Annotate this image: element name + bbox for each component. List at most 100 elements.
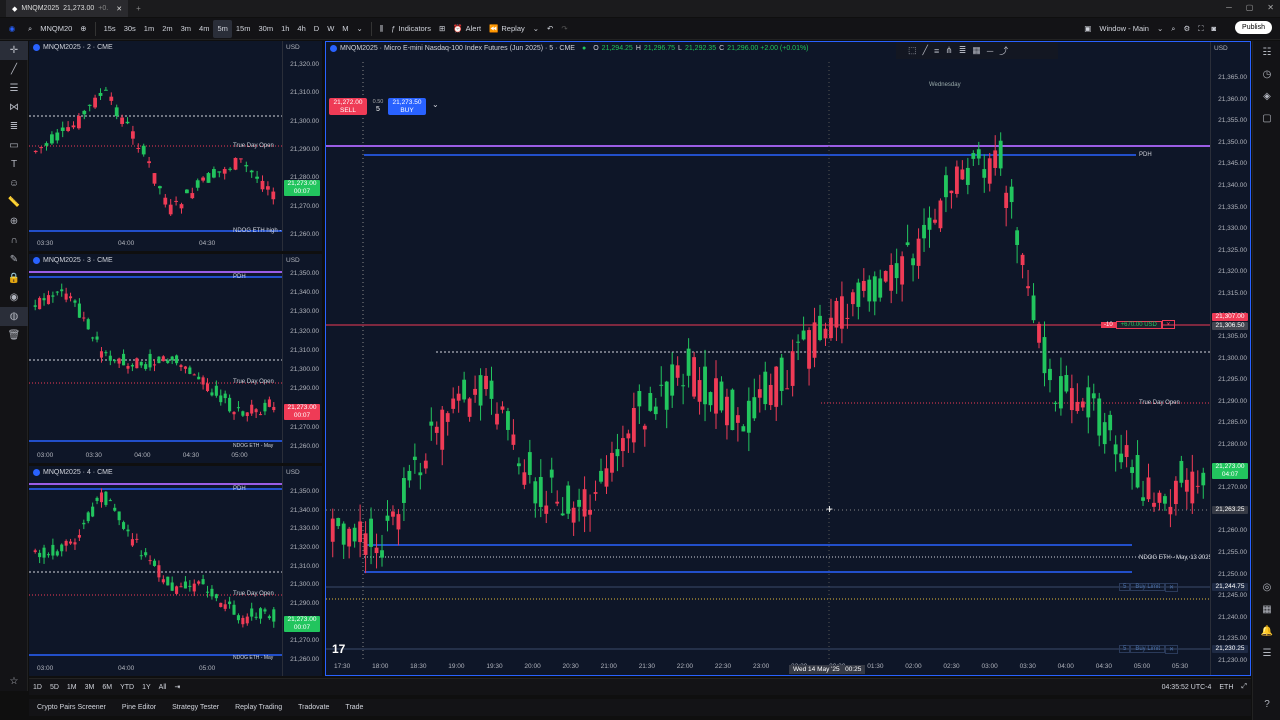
main-chart-canvas[interactable] <box>326 42 1251 676</box>
templates-icon[interactable]: ⊞ <box>435 20 449 38</box>
chart-pane-main[interactable]: MNQM2025 · Micro E-mini Nasdaq-100 Index… <box>325 41 1251 676</box>
ideas-icon[interactable]: ◎ <box>1253 576 1280 598</box>
new-tab-icon[interactable]: + <box>136 4 141 13</box>
interval-30m[interactable]: 30m <box>254 20 277 38</box>
search-icon[interactable]: ⌕ <box>24 20 36 38</box>
favorites-icon[interactable]: ☆ <box>0 672 28 691</box>
range-All[interactable]: All <box>155 684 171 691</box>
panel-tab-crypto-pairs-screener[interactable]: Crypto Pairs Screener <box>29 704 114 711</box>
menu-logo-icon[interactable]: ◉ <box>0 20 24 38</box>
position-line-tag[interactable]: -10 +670.00 USD ✕ <box>1101 320 1175 329</box>
pitchfork-icon[interactable]: ⋔ <box>945 45 953 56</box>
pane3-time-axis[interactable]: 03:00 03:30 04:00 04:30 05:00 <box>29 450 322 463</box>
trash-icon[interactable]: 🗑 <box>0 326 28 345</box>
main-price-axis[interactable]: USD 21,365.00 21,360.00 21,355.00 21,350.00… <box>1210 42 1250 675</box>
range-6M[interactable]: 6M <box>98 684 116 691</box>
interval-M[interactable]: M <box>338 20 352 38</box>
settings-icon[interactable]: ⚙ <box>1179 20 1194 38</box>
range-5D[interactable]: 5D <box>46 684 63 691</box>
text-icon[interactable]: T <box>0 155 28 174</box>
panel-tab-replay-trading[interactable]: Replay Trading <box>227 704 290 711</box>
range-3M[interactable]: 3M <box>81 684 99 691</box>
range-1Y[interactable]: 1Y <box>138 684 155 691</box>
lock-icon[interactable]: 🔒 <box>0 269 28 288</box>
interval-2m[interactable]: 2m <box>158 20 176 38</box>
interval-5m[interactable]: 5m <box>213 19 232 38</box>
chat-icon[interactable]: ▢ <box>1253 107 1280 129</box>
chart-trend-icon[interactable]: ⤴ <box>999 44 1008 57</box>
add-symbol-icon[interactable]: ⊕ <box>76 20 90 38</box>
interval-4m[interactable]: 4m <box>195 20 213 38</box>
layout-icon[interactable]: ▣ <box>1080 20 1095 38</box>
auto-scale-icon[interactable]: ⤢ <box>1237 683 1251 691</box>
fullscreen-icon[interactable]: ⛶ <box>1194 20 1207 38</box>
range-1D[interactable]: 1D <box>29 684 46 691</box>
forecast-icon[interactable]: ≣ <box>0 117 28 136</box>
panel-tab-tradovate[interactable]: Tradovate <box>290 704 337 711</box>
notifications-icon[interactable]: 🔔 <box>1253 620 1280 642</box>
quick-search-icon[interactable]: ⌕ <box>1167 20 1179 38</box>
chart-type-icon[interactable]: ⫼ <box>376 20 387 38</box>
interval-15s[interactable]: 15s <box>100 20 120 38</box>
camera-icon[interactable]: ◙ <box>1207 20 1220 38</box>
interval-W[interactable]: W <box>323 20 338 38</box>
pane4-price-axis[interactable]: USD 21,350.00 21,340.00 21,330.00 21,320.00… <box>282 466 322 676</box>
pane2-chart-canvas[interactable] <box>29 41 322 251</box>
session-toggle[interactable]: ETH <box>1215 684 1237 691</box>
minimize-icon[interactable]: ─ <box>1226 3 1232 12</box>
range-1M[interactable]: 1M <box>63 684 81 691</box>
buy-limit-tag-2[interactable]: 5 Buy Limit ✕ <box>1119 644 1179 654</box>
close-window-icon[interactable]: ✕ <box>1267 3 1274 12</box>
pane3-chart-canvas[interactable] <box>29 254 322 463</box>
alerts-clock-icon[interactable]: ◷ <box>1253 63 1280 85</box>
indicators-button[interactable]: ƒ Indicators <box>387 20 435 38</box>
watchlist-icon[interactable]: ☷ <box>1253 41 1280 63</box>
cancel-order-icon[interactable]: ✕ <box>1165 644 1179 654</box>
goto-date-icon[interactable]: ⇥ <box>170 683 184 691</box>
fib-tool-icon[interactable]: ≣ <box>959 45 967 56</box>
buy-button[interactable]: 21,273.50 BUY <box>388 98 426 115</box>
trendline-icon[interactable]: ╱ <box>0 60 28 79</box>
shapes-icon[interactable]: ▭ <box>0 136 28 155</box>
range-YTD[interactable]: YTD <box>116 684 138 691</box>
interval-15m[interactable]: 15m <box>232 20 255 38</box>
brush-icon[interactable]: ✎ <box>0 250 28 269</box>
panel-tab-trade[interactable]: Trade <box>337 704 371 711</box>
redo-icon[interactable]: ↷ <box>557 20 571 38</box>
layers-icon[interactable]: ◈ <box>1253 85 1280 107</box>
calendar-icon[interactable]: ▦ <box>1253 598 1280 620</box>
chart-pane-3[interactable]: MNQM2025 · 3 · CME PDH True Day Open NDO… <box>29 254 322 463</box>
interval-1h[interactable]: 1h <box>277 20 293 38</box>
buy-limit-tag-1[interactable]: 5 Buy Limit ✕ <box>1119 582 1179 592</box>
fib-icon[interactable]: ☰ <box>0 79 28 98</box>
eye-icon[interactable]: ◉ <box>0 288 28 307</box>
close-position-icon[interactable]: ✕ <box>1161 320 1175 329</box>
sell-button[interactable]: 21,272.00 SELL <box>329 98 367 115</box>
interval-30s[interactable]: 30s <box>120 20 140 38</box>
cancel-order-icon[interactable]: ✕ <box>1165 582 1179 592</box>
dom-icon[interactable]: ☰ <box>1253 642 1280 664</box>
help-icon[interactable]: ? <box>1253 693 1280 715</box>
interval-4h[interactable]: 4h <box>293 20 309 38</box>
replay-button[interactable]: ⏪ Replay <box>485 20 529 38</box>
grid-icon[interactable]: ▦ <box>972 45 981 56</box>
interval-3m[interactable]: 3m <box>177 20 195 38</box>
symbol-search[interactable]: MNQM20 <box>36 20 76 38</box>
chart-pane-2[interactable]: MNQM2025 · 2 · CME True Day Open NDOG ET… <box>29 41 322 251</box>
interval-1m[interactable]: 1m <box>140 20 158 38</box>
select-rect-icon[interactable]: ⬚ <box>908 45 917 56</box>
chevron-down-icon[interactable]: ⌄ <box>353 20 367 38</box>
undo-icon[interactable]: ↶ <box>543 20 557 38</box>
order-qty[interactable]: 5 <box>376 106 380 113</box>
alert-button[interactable]: ⏰ Alert <box>449 20 485 38</box>
chart-pane-4[interactable]: MNQM2025 · 4 · CME PDH True Day Open NDO… <box>29 466 322 676</box>
pane3-price-axis[interactable]: USD 21,350.00 21,340.00 21,330.00 21,320.00… <box>282 254 322 463</box>
pane4-time-axis[interactable]: 03:00 04:00 05:00 <box>29 663 322 676</box>
pattern-icon[interactable]: ⋈ <box>0 98 28 117</box>
clock-display[interactable]: 04:35:52 UTC-4 <box>1158 684 1216 691</box>
chevron-down-icon[interactable]: ⌄ <box>432 100 439 109</box>
main-time-axis[interactable]: 17:30 18:00 18:30 19:00 19:30 20:00 20:30 21:00… <box>326 661 1250 675</box>
icons-icon[interactable]: ☺ <box>0 174 28 193</box>
publish-button[interactable]: Publish <box>1235 21 1272 34</box>
pane2-price-axis[interactable]: USD 21,320.00 21,310.00 21,300.00 21,290.00… <box>282 41 322 251</box>
